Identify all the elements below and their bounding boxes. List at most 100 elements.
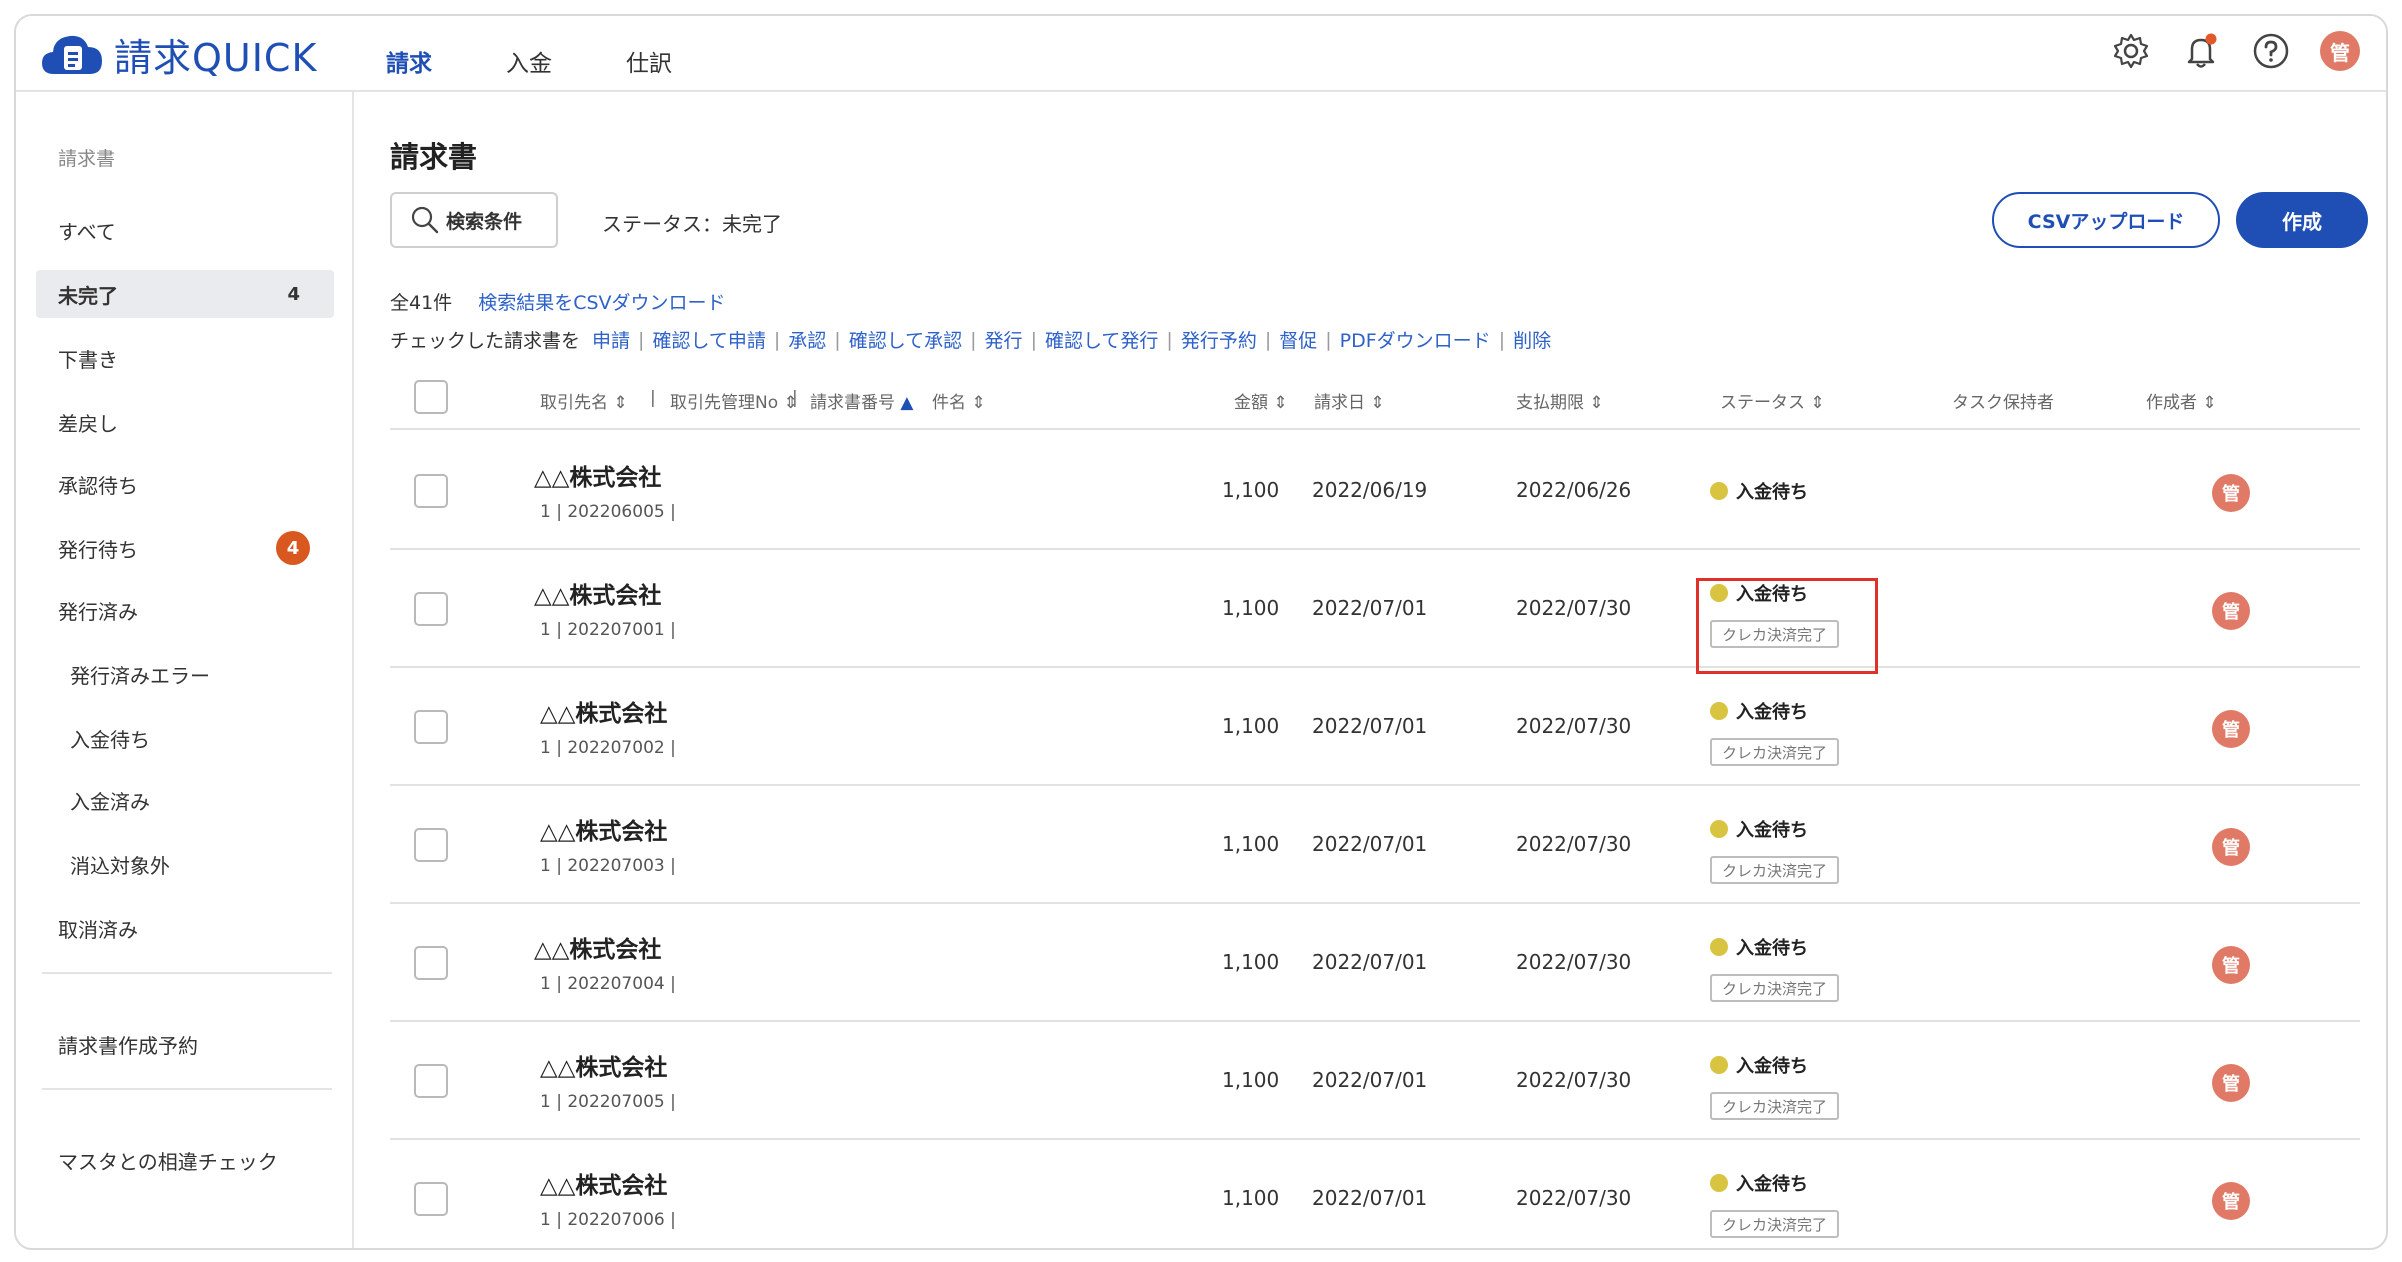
client-name[interactable]: △△株式会社 [540, 1166, 667, 1200]
status-dot-icon [1710, 702, 1728, 720]
due-date: 2022/07/30 [1516, 714, 1632, 738]
status-filter-text: ステータス：未完了 [602, 212, 782, 236]
bulk-pdf-download-link[interactable]: PDFダウンロード [1340, 326, 1491, 353]
client-name[interactable]: △△株式会社 [540, 1048, 667, 1082]
col-invoice-no[interactable]: 請求書番号 ▲ [810, 388, 913, 413]
help-icon[interactable] [2250, 30, 2292, 72]
table-row[interactable]: △△株式会社 1 | 202207006 | 1,100 2022/07/01 2022… [390, 1140, 2360, 1248]
sidebar-item-awaiting-issue[interactable]: 発行待ち 4 [36, 524, 334, 572]
sidebar-item-issued-error[interactable]: 発行済みエラー [36, 650, 334, 698]
result-summary: 全41件 検索結果をCSVダウンロード [390, 288, 726, 315]
table-row[interactable]: △△株式会社 1 | 202207005 | 1,100 2022/07/01 2022… [390, 1022, 2360, 1140]
sort-icon: ⇕ [613, 393, 628, 413]
csv-download-link[interactable]: 検索結果をCSVダウンロード [478, 288, 725, 315]
table-row[interactable]: △△株式会社 1 | 202206005 | 1,100 2022/06/19 2022… [390, 432, 2360, 550]
sidebar-item-all[interactable]: すべて [36, 206, 334, 254]
gear-icon[interactable] [2110, 30, 2152, 72]
payment-tag: クレカ決済完了 [1710, 974, 1840, 1002]
app-window: 請求QUICK 請求 入金 仕訳 管 請求書 すべて 未完了 4 下書き 差戻し… [14, 14, 2388, 1250]
sort-icon: ⇕ [1589, 393, 1604, 413]
amount: 1,100 [1222, 832, 1280, 856]
col-creator[interactable]: 作成者 ⇕ [2146, 388, 2217, 413]
col-label: ステータス [1720, 393, 1805, 413]
create-button[interactable]: 作成 [2236, 192, 2368, 248]
col-amount[interactable]: 金額 ⇕ [1234, 388, 1288, 413]
client-invoice-ref: 1 | 202207002 | [540, 738, 676, 758]
amount: 1,100 [1222, 1068, 1280, 1092]
user-avatar[interactable]: 管 [2320, 31, 2360, 71]
col-due-date[interactable]: 支払期限 ⇕ [1516, 388, 1604, 413]
bulk-confirm-issue-link[interactable]: 確認して発行 [1045, 326, 1158, 353]
cloud-doc-icon [42, 35, 102, 74]
bell-icon[interactable] [2180, 30, 2222, 72]
creator-avatar: 管 [2212, 828, 2250, 866]
row-checkbox[interactable] [414, 710, 448, 744]
row-checkbox[interactable] [414, 592, 448, 626]
status-badge: 入金待ち [1710, 1170, 1808, 1196]
csv-upload-button[interactable]: CSVアップロード [1992, 192, 2220, 248]
sort-icon: ⇕ [1273, 393, 1288, 413]
sidebar-item-excluded[interactable]: 消込対象外 [36, 840, 334, 888]
col-client-no[interactable]: 取引先管理No ⇕ [670, 388, 798, 413]
invoice-date: 2022/06/19 [1312, 478, 1428, 502]
payment-tag: クレカ決済完了 [1710, 856, 1840, 884]
tab-payment[interactable]: 入金 [506, 44, 552, 84]
search-conditions-button[interactable]: 検索条件 [390, 192, 558, 248]
table-row[interactable]: △△株式会社 1 | 202207004 | 1,100 2022/07/01 2022… [390, 904, 2360, 1022]
col-invoice-date[interactable]: 請求日 ⇕ [1314, 388, 1385, 413]
col-client[interactable]: 取引先名 ⇕ [540, 388, 628, 413]
col-status[interactable]: ステータス ⇕ [1720, 388, 1825, 413]
app-logo[interactable]: 請求QUICK [40, 28, 317, 80]
sidebar-item-awaiting-approval[interactable]: 承認待ち [36, 460, 334, 508]
sidebar-item-cancelled[interactable]: 取消済み [36, 904, 334, 952]
row-checkbox[interactable] [414, 474, 448, 508]
page-title: 請求書 [390, 140, 478, 174]
sidebar-item-label: 消込対象外 [70, 853, 170, 878]
select-all-checkbox[interactable] [414, 380, 448, 414]
invoice-date: 2022/07/01 [1312, 596, 1428, 620]
sidebar-item-label: 入金待ち [70, 727, 150, 752]
total-count: 全41件 [390, 292, 453, 314]
sidebar-item-scheduled[interactable]: 請求書作成予約 [36, 1020, 334, 1068]
bulk-delete-link[interactable]: 削除 [1513, 326, 1551, 353]
col-label: 支払期限 [1516, 393, 1584, 413]
sidebar-item-label: 発行済み [58, 599, 138, 624]
table-row[interactable]: △△株式会社 1 | 202207002 | 1,100 2022/07/01 2022… [390, 668, 2360, 786]
table-row[interactable]: △△株式会社 1 | 202207001 | 1,100 2022/07/01 2022… [390, 550, 2360, 668]
sidebar-item-returned[interactable]: 差戻し [36, 398, 334, 446]
tab-journal[interactable]: 仕訳 [626, 44, 672, 84]
top-header: 請求QUICK 請求 入金 仕訳 管 [16, 16, 2386, 92]
client-name[interactable]: △△株式会社 [534, 930, 661, 964]
client-name[interactable]: △△株式会社 [534, 576, 661, 610]
highlight-box [1696, 578, 1878, 674]
bulk-schedule-issue-link[interactable]: 発行予約 [1181, 326, 1257, 353]
bulk-apply-link[interactable]: 申請 [592, 326, 630, 353]
tab-invoice[interactable]: 請求 [386, 44, 432, 84]
row-checkbox[interactable] [414, 828, 448, 862]
sidebar-item-incomplete[interactable]: 未完了 4 [36, 270, 334, 318]
bulk-confirm-approve-link[interactable]: 確認して承認 [849, 326, 962, 353]
status-badge: 入金待ち [1710, 934, 1808, 960]
row-checkbox[interactable] [414, 946, 448, 980]
client-name[interactable]: △△株式会社 [540, 694, 667, 728]
sidebar-item-issued[interactable]: 発行済み [36, 586, 334, 634]
row-checkbox[interactable] [414, 1064, 448, 1098]
creator-avatar: 管 [2212, 592, 2250, 630]
due-date: 2022/06/26 [1516, 478, 1632, 502]
sidebar-item-awaiting-payment[interactable]: 入金待ち [36, 714, 334, 762]
bulk-approve-link[interactable]: 承認 [788, 326, 826, 353]
payment-tag: クレカ決済完了 [1710, 1092, 1840, 1120]
sidebar-item-paid[interactable]: 入金済み [36, 776, 334, 824]
row-checkbox[interactable] [414, 1182, 448, 1216]
bulk-issue-link[interactable]: 発行 [985, 326, 1023, 353]
client-name[interactable]: △△株式会社 [540, 812, 667, 846]
client-name[interactable]: △△株式会社 [534, 458, 661, 492]
col-subject[interactable]: 件名 ⇕ [932, 388, 986, 413]
sidebar-item-draft[interactable]: 下書き [36, 334, 334, 382]
due-date: 2022/07/30 [1516, 950, 1632, 974]
table-row[interactable]: △△株式会社 1 | 202207003 | 1,100 2022/07/01 2022… [390, 786, 2360, 904]
creator-avatar: 管 [2212, 474, 2250, 512]
bulk-confirm-apply-link[interactable]: 確認して申請 [652, 326, 765, 353]
bulk-remind-link[interactable]: 督促 [1279, 326, 1317, 353]
sidebar-item-master-check[interactable]: マスタとの相違チェック [36, 1136, 334, 1184]
